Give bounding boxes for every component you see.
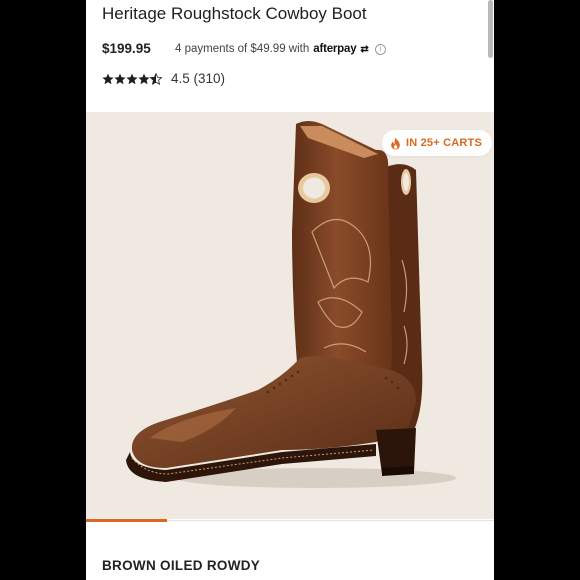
in-carts-badge: IN 25+ CARTS bbox=[381, 130, 492, 156]
star-icon bbox=[102, 72, 162, 85]
afterpay-logo: afterpay bbox=[313, 43, 357, 55]
product-title: Heritage Roughstock Cowboy Boot bbox=[102, 4, 367, 23]
scrollbar[interactable] bbox=[488, 0, 493, 58]
flame-icon bbox=[391, 137, 400, 149]
product-image-area[interactable]: IN 25+ CARTS bbox=[86, 112, 494, 519]
info-icon[interactable]: i bbox=[374, 43, 386, 55]
afterpay-installments[interactable]: 4 payments of $49.99 with afterpay ⇄ i bbox=[175, 43, 386, 55]
product-panel: Heritage Roughstock Cowboy Boot $199.95 … bbox=[86, 0, 494, 580]
in-carts-text: IN 25+ CARTS bbox=[405, 137, 482, 149]
installments-text: 4 payments of $49.99 with bbox=[175, 43, 310, 55]
selected-color-name: BROWN OILED ROWDY bbox=[102, 558, 261, 573]
boot-image bbox=[126, 121, 456, 488]
rating-text: 4.5 (310) bbox=[171, 71, 226, 86]
rating-row[interactable]: 4.5 (310) bbox=[102, 71, 225, 86]
rating-stars bbox=[102, 72, 162, 85]
image-carousel-indicator[interactable] bbox=[86, 519, 167, 522]
afterpay-arrows-icon: ⇄ bbox=[360, 43, 369, 55]
product-price: $199.95 bbox=[102, 41, 151, 56]
